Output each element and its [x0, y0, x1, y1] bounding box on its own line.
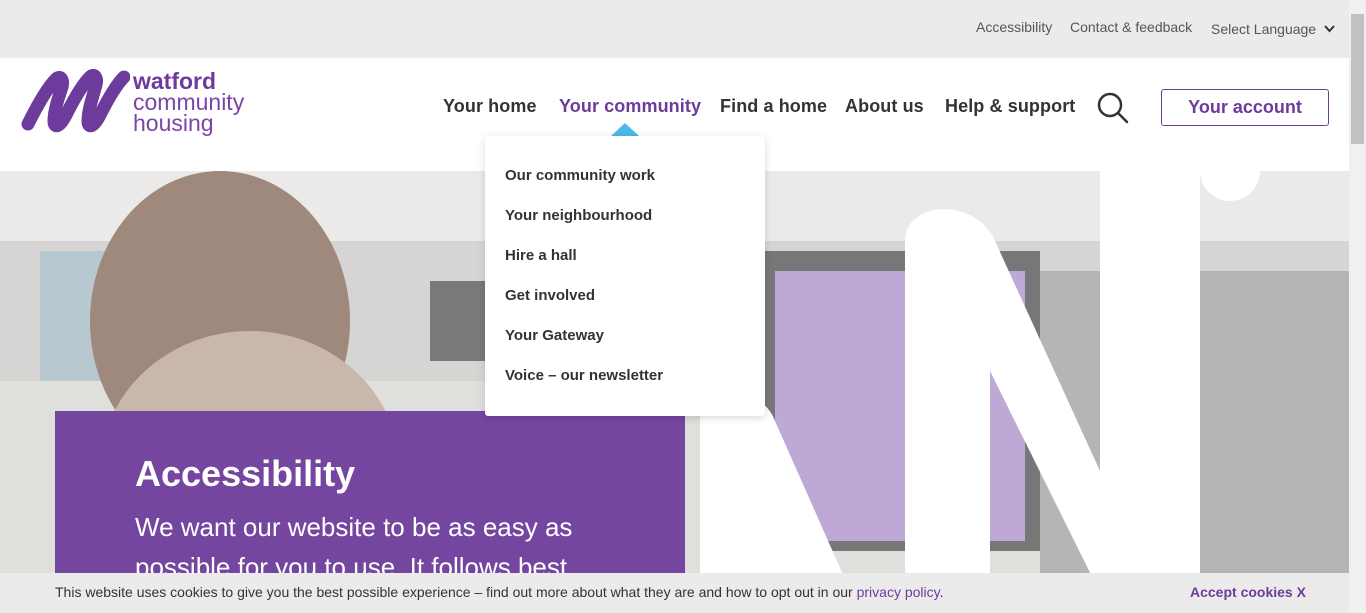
- cookie-banner: This website uses cookies to give you th…: [0, 573, 1349, 613]
- language-select-label: Select Language: [1211, 21, 1317, 37]
- dropdown-item-voice-newsletter[interactable]: Voice – our newsletter: [505, 367, 663, 384]
- your-account-button[interactable]: Your account: [1161, 89, 1329, 126]
- nav-help-support[interactable]: Help & support: [945, 96, 1075, 117]
- cookie-message-end: .: [939, 584, 944, 600]
- dropdown-item-get-involved[interactable]: Get involved: [505, 287, 595, 304]
- logo-line-3: housing: [133, 110, 214, 136]
- dropdown-item-hire-a-hall[interactable]: Hire a hall: [505, 247, 577, 264]
- accept-cookies-button[interactable]: Accept cookies X: [1190, 584, 1306, 600]
- your-community-dropdown: Our community work Your neighbourhood Hi…: [485, 136, 765, 416]
- utility-bar: Accessibility Contact & feedback Select …: [0, 0, 1349, 58]
- logo-mark-icon: [21, 69, 130, 133]
- nav-find-a-home[interactable]: Find a home: [720, 96, 827, 117]
- dropdown-pointer: [611, 123, 639, 136]
- site-logo[interactable]: watford community housing: [20, 69, 260, 139]
- nav-your-home[interactable]: Your home: [443, 96, 537, 117]
- chevron-down-icon: [1324, 25, 1335, 33]
- page-title: Accessibility: [135, 453, 356, 494]
- cookie-message: This website uses cookies to give you th…: [55, 584, 943, 600]
- page-scrollbar[interactable]: [1349, 0, 1366, 613]
- nav-about-us[interactable]: About us: [845, 96, 924, 117]
- dropdown-item-your-neighbourhood[interactable]: Your neighbourhood: [505, 207, 652, 224]
- logo-wordmark: watford community housing: [133, 70, 244, 136]
- contact-feedback-link[interactable]: Contact & feedback: [1070, 19, 1192, 35]
- accessibility-link[interactable]: Accessibility: [976, 19, 1052, 35]
- nav-your-community[interactable]: Your community: [559, 96, 701, 117]
- privacy-policy-link[interactable]: privacy policy: [857, 584, 940, 600]
- scrollbar-thumb[interactable]: [1351, 14, 1364, 144]
- language-select[interactable]: Select Language: [1211, 21, 1335, 37]
- dropdown-item-our-community-work[interactable]: Our community work: [505, 167, 655, 184]
- dropdown-item-your-gateway[interactable]: Your Gateway: [505, 327, 604, 344]
- cookie-message-text: This website uses cookies to give you th…: [55, 584, 857, 600]
- search-icon[interactable]: [1096, 91, 1130, 125]
- page: Accessibility Contact & feedback Select …: [0, 0, 1366, 613]
